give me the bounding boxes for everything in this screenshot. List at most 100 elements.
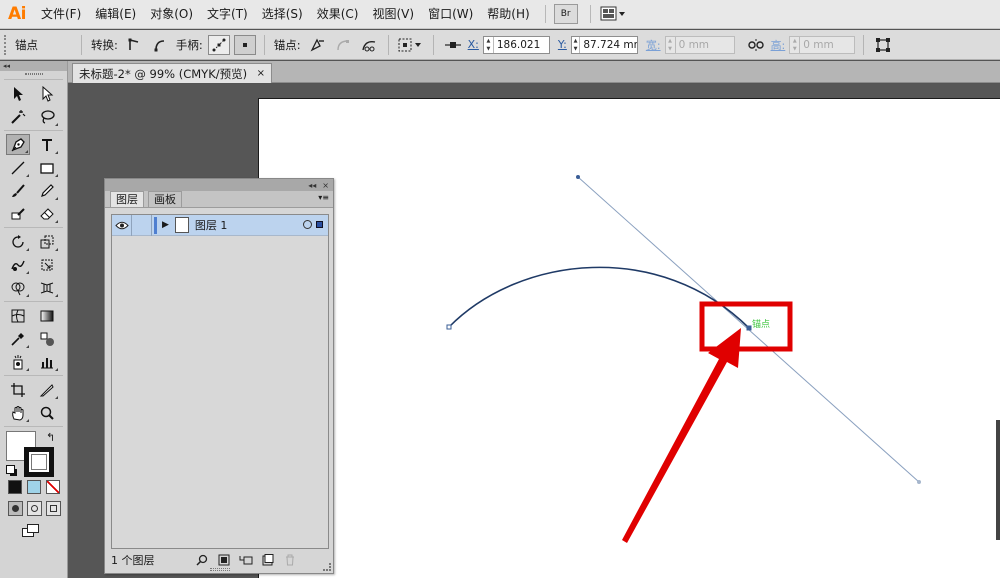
reference-point-icon[interactable] — [442, 35, 464, 55]
draw-inside-icon[interactable] — [46, 500, 61, 516]
pencil-tool-icon[interactable] — [35, 180, 59, 201]
make-clipping-mask-icon[interactable] — [215, 553, 233, 567]
height-value: 0 mm — [803, 38, 834, 51]
close-panel-icon[interactable]: × — [322, 181, 329, 190]
menu-view[interactable]: 视图(V) — [365, 0, 421, 29]
blob-brush-tool-icon[interactable] — [6, 203, 30, 224]
toolbox-collapse-icon[interactable]: ◂◂ — [0, 61, 67, 71]
draw-normal-icon[interactable] — [8, 500, 23, 516]
selection-tool-icon[interactable] — [6, 83, 30, 104]
direct-selection-tool-icon[interactable] — [35, 83, 59, 104]
arrange-documents-icon[interactable] — [599, 4, 627, 24]
scale-tool-icon[interactable] — [35, 231, 59, 252]
height-stepper-icon: ▲ ▼ — [790, 36, 801, 53]
convert-to-smooth-icon[interactable] — [149, 35, 171, 55]
panel-tabs: 图层 画板 ▾≡ — [105, 191, 333, 208]
link-proportions-icon[interactable] — [745, 35, 767, 55]
menu-select[interactable]: 选择(S) — [255, 0, 310, 29]
connect-anchors-icon[interactable] — [332, 35, 354, 55]
document-tab[interactable]: 未标题-2* @ 99% (CMYK/预览) × — [72, 63, 272, 83]
layer-name[interactable]: 图层 1 — [195, 217, 228, 233]
x-label: X: — [467, 38, 479, 51]
control-divider — [387, 34, 389, 55]
layer-row[interactable]: ▶ 图层 1 — [112, 214, 328, 236]
close-icon[interactable]: × — [257, 68, 265, 79]
pen-tool-icon[interactable] — [6, 134, 30, 155]
tab-artboards[interactable]: 画板 — [148, 191, 182, 207]
show-handles-icon[interactable] — [207, 34, 230, 55]
y-field[interactable]: ▲▼ 87.724 mm — [570, 35, 638, 54]
artboard-tool-icon[interactable] — [6, 379, 30, 400]
warp-tool-icon[interactable] — [6, 254, 30, 275]
height-field[interactable]: ▲ ▼ 0 mm — [789, 35, 856, 54]
swap-fill-stroke-icon[interactable]: ↰ — [46, 431, 55, 444]
free-transform-tool-icon[interactable] — [35, 254, 59, 275]
shape-builder-tool-icon[interactable] — [6, 277, 30, 298]
cut-path-icon[interactable] — [358, 35, 380, 55]
eraser-tool-icon[interactable] — [35, 203, 59, 224]
paintbrush-tool-icon[interactable] — [6, 180, 30, 201]
menu-file[interactable]: 文件(F) — [34, 0, 88, 29]
bridge-button[interactable]: Br — [553, 4, 578, 24]
stroke-swatch[interactable] — [24, 447, 54, 477]
menu-edit[interactable]: 编辑(E) — [88, 0, 143, 29]
mesh-tool-icon[interactable] — [6, 305, 30, 326]
perspective-grid-tool-icon[interactable] — [35, 277, 59, 298]
tool-divider — [4, 301, 63, 302]
menu-object[interactable]: 对象(O) — [143, 0, 200, 29]
line-segment-tool-icon[interactable] — [6, 157, 30, 178]
x-stepper-icon[interactable]: ▲ ▼ — [484, 36, 494, 53]
menu-help[interactable]: 帮助(H) — [480, 0, 536, 29]
menu-window[interactable]: 窗口(W) — [421, 0, 480, 29]
lasso-tool-icon[interactable] — [35, 106, 59, 127]
column-graph-tool-icon[interactable] — [35, 351, 59, 372]
zoom-tool-icon[interactable] — [35, 402, 59, 423]
panel-header[interactable]: ◂◂ × — [105, 179, 333, 191]
type-tool-icon[interactable] — [35, 134, 59, 155]
panel-grip-icon[interactable] — [210, 568, 230, 571]
none-mode-icon[interactable] — [46, 480, 60, 494]
rectangle-tool-icon[interactable] — [35, 157, 59, 178]
tab-layers[interactable]: 图层 — [110, 191, 144, 207]
eyedropper-tool-icon[interactable] — [6, 328, 30, 349]
lock-toggle[interactable] — [132, 214, 152, 236]
visibility-eye-icon[interactable] — [112, 214, 132, 236]
resize-handle-icon[interactable] — [323, 563, 331, 571]
magic-wand-tool-icon[interactable] — [6, 106, 30, 127]
toolbox-grip-icon[interactable] — [0, 71, 67, 77]
new-sublayer-icon[interactable] — [237, 553, 255, 567]
gradient-tool-icon[interactable] — [35, 305, 59, 326]
slice-tool-icon[interactable] — [35, 379, 59, 400]
draw-behind-icon[interactable] — [27, 500, 42, 516]
remove-anchor-icon[interactable] — [306, 35, 328, 55]
document-tab-title: 未标题-2* @ 99% (CMYK/预览) — [79, 66, 248, 81]
locate-object-icon[interactable] — [193, 553, 211, 567]
default-fill-stroke-icon[interactable] — [6, 465, 15, 474]
color-mode-icon[interactable] — [6, 478, 24, 496]
menu-effect[interactable]: 效果(C) — [310, 0, 366, 29]
width-field[interactable]: ▲ ▼ 0 mm — [664, 35, 735, 54]
gradient-mode-icon[interactable] — [27, 480, 41, 494]
x-field[interactable]: ▲ ▼ 186.021 — [482, 35, 550, 54]
delete-layer-icon[interactable] — [281, 553, 299, 567]
symbol-sprayer-tool-icon[interactable] — [6, 351, 30, 372]
screen-mode-icon[interactable] — [22, 524, 40, 538]
layer-list: ▶ 图层 1 — [111, 214, 329, 549]
y-stepper-icon[interactable]: ▲ ▼ — [572, 36, 581, 53]
panel-menu-icon[interactable]: ▾≡ — [318, 193, 329, 202]
rotate-tool-icon[interactable] — [6, 231, 30, 252]
artboard[interactable] — [258, 98, 1000, 578]
layer-thumbnail — [174, 217, 189, 233]
new-layer-icon[interactable] — [259, 553, 277, 567]
isolate-icon[interactable] — [397, 35, 425, 55]
expand-layer-icon[interactable]: ▶ — [162, 220, 169, 230]
transform-icon[interactable] — [872, 35, 894, 55]
hand-tool-icon[interactable] — [6, 402, 30, 423]
layer-selection-indicator[interactable] — [316, 221, 323, 228]
convert-to-corner-icon[interactable] — [123, 35, 145, 55]
hide-handles-icon[interactable] — [233, 34, 256, 55]
menu-type[interactable]: 文字(T) — [200, 0, 255, 29]
blend-tool-icon[interactable] — [35, 328, 59, 349]
layer-target-icon[interactable] — [303, 220, 312, 229]
collapse-panel-icon[interactable]: ◂◂ — [308, 181, 316, 190]
